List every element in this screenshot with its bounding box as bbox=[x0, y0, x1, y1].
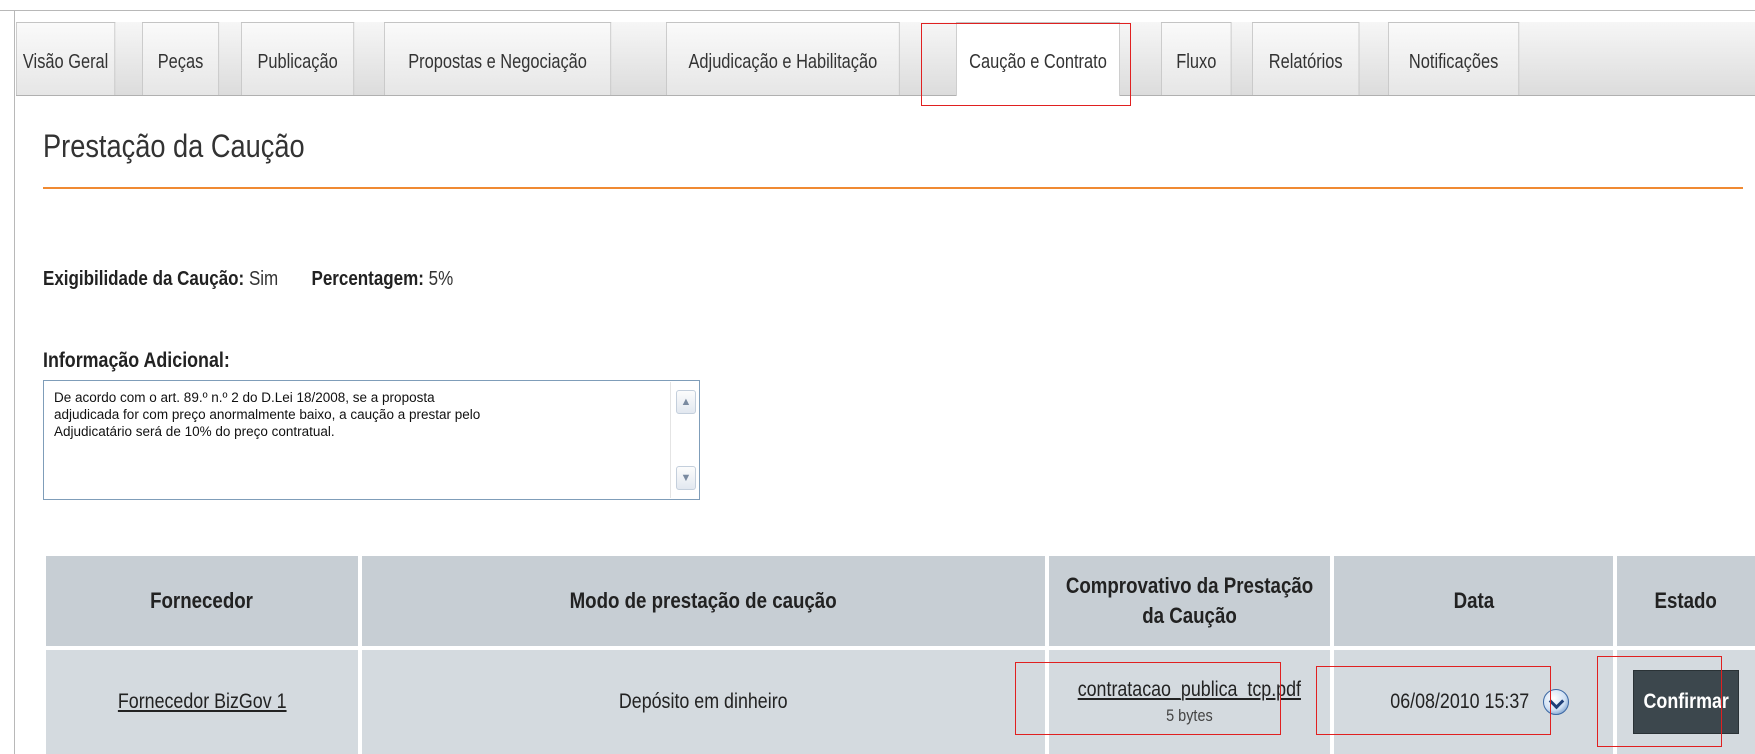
info-line: Adjudicatário será de 10% do preço contr… bbox=[54, 424, 335, 439]
percentagem-label: Percentagem: bbox=[311, 268, 424, 290]
column-header-estado: Estado bbox=[1617, 556, 1755, 646]
comprovativo-file-link[interactable]: contratacao_publica_tcp.pdf bbox=[1078, 678, 1301, 702]
frame-left-border bbox=[14, 10, 15, 754]
exigibilidade-label: Exigibilidade da Caução: bbox=[43, 268, 245, 290]
caucao-table: Fornecedor Modo de prestação de caução C… bbox=[46, 556, 1755, 754]
tab-propostas-negociacao[interactable]: Propostas e Negociação bbox=[384, 22, 612, 95]
file-size: 5 bytes bbox=[1166, 706, 1213, 725]
title-divider bbox=[43, 187, 1743, 189]
tab-notificacoes[interactable]: Notificações bbox=[1388, 22, 1520, 95]
column-header-data: Data bbox=[1334, 556, 1613, 646]
fornecedor-link[interactable]: Fornecedor BizGov 1 bbox=[118, 690, 287, 714]
column-header-fornecedor: Fornecedor bbox=[46, 556, 358, 646]
info-line: adjudicada for com preço anormalmente ba… bbox=[54, 407, 481, 422]
chevron-up-icon[interactable]: ▲ bbox=[676, 390, 696, 414]
frame-top-border bbox=[0, 10, 1755, 11]
confirm-button[interactable]: Confirmar bbox=[1633, 670, 1739, 734]
tabs-row: Visão Geral Peças Publicação Propostas e… bbox=[16, 22, 1553, 96]
table-row-data-cell: 06/08/2010 15:37 bbox=[1334, 650, 1613, 754]
modo-value: Depósito em dinheiro bbox=[619, 690, 788, 713]
info-line: De acordo com o art. 89.º n.º 2 do D.Lei… bbox=[54, 390, 435, 405]
caucao-summary: Exigibilidade da Caução: Sim Percentagem… bbox=[43, 268, 453, 291]
chevron-down-icon[interactable]: ▼ bbox=[676, 466, 696, 490]
table-row-modo-cell: Depósito em dinheiro bbox=[362, 650, 1045, 754]
tab-adjudicacao-habilitacao[interactable]: Adjudicação e Habilitação bbox=[666, 22, 900, 95]
info-text: De acordo com o art. 89.º n.º 2 do D.Lei… bbox=[54, 389, 644, 440]
percentagem-value: 5% bbox=[428, 268, 454, 290]
info-textarea[interactable]: De acordo com o art. 89.º n.º 2 do D.Lei… bbox=[43, 380, 700, 500]
info-label: Informação Adicional: bbox=[43, 349, 230, 372]
tab-relatorios[interactable]: Relatórios bbox=[1252, 22, 1360, 95]
table-row-estado-cell: Confirmar bbox=[1617, 650, 1755, 754]
column-header-modo: Modo de prestação de caução bbox=[362, 556, 1045, 646]
tab-publicacao[interactable]: Publicação bbox=[241, 22, 355, 95]
table-row-comprovativo-cell: contratacao_publica_tcp.pdf 5 bytes bbox=[1049, 650, 1330, 754]
data-value: 06/08/2010 15:37 bbox=[1390, 690, 1529, 713]
tab-visao-geral[interactable]: Visão Geral bbox=[16, 22, 116, 95]
table-row-fornecedor-cell: Fornecedor BizGov 1 bbox=[46, 650, 358, 754]
tab-caucao-contrato[interactable]: Caução e Contrato bbox=[956, 22, 1120, 96]
page-title: Prestação da Caução bbox=[43, 128, 305, 164]
exigibilidade-value: Sim bbox=[248, 268, 279, 290]
column-header-comprovativo: Comprovativo da Prestação da Caução bbox=[1049, 556, 1330, 646]
clock-dropdown-icon[interactable] bbox=[1543, 689, 1570, 715]
info-scrollbar[interactable]: ▲ ▼ bbox=[670, 382, 698, 498]
tab-fluxo[interactable]: Fluxo bbox=[1161, 22, 1232, 95]
tab-pecas[interactable]: Peças bbox=[142, 22, 220, 95]
tab-bar: Visão Geral Peças Publicação Propostas e… bbox=[16, 22, 1755, 96]
